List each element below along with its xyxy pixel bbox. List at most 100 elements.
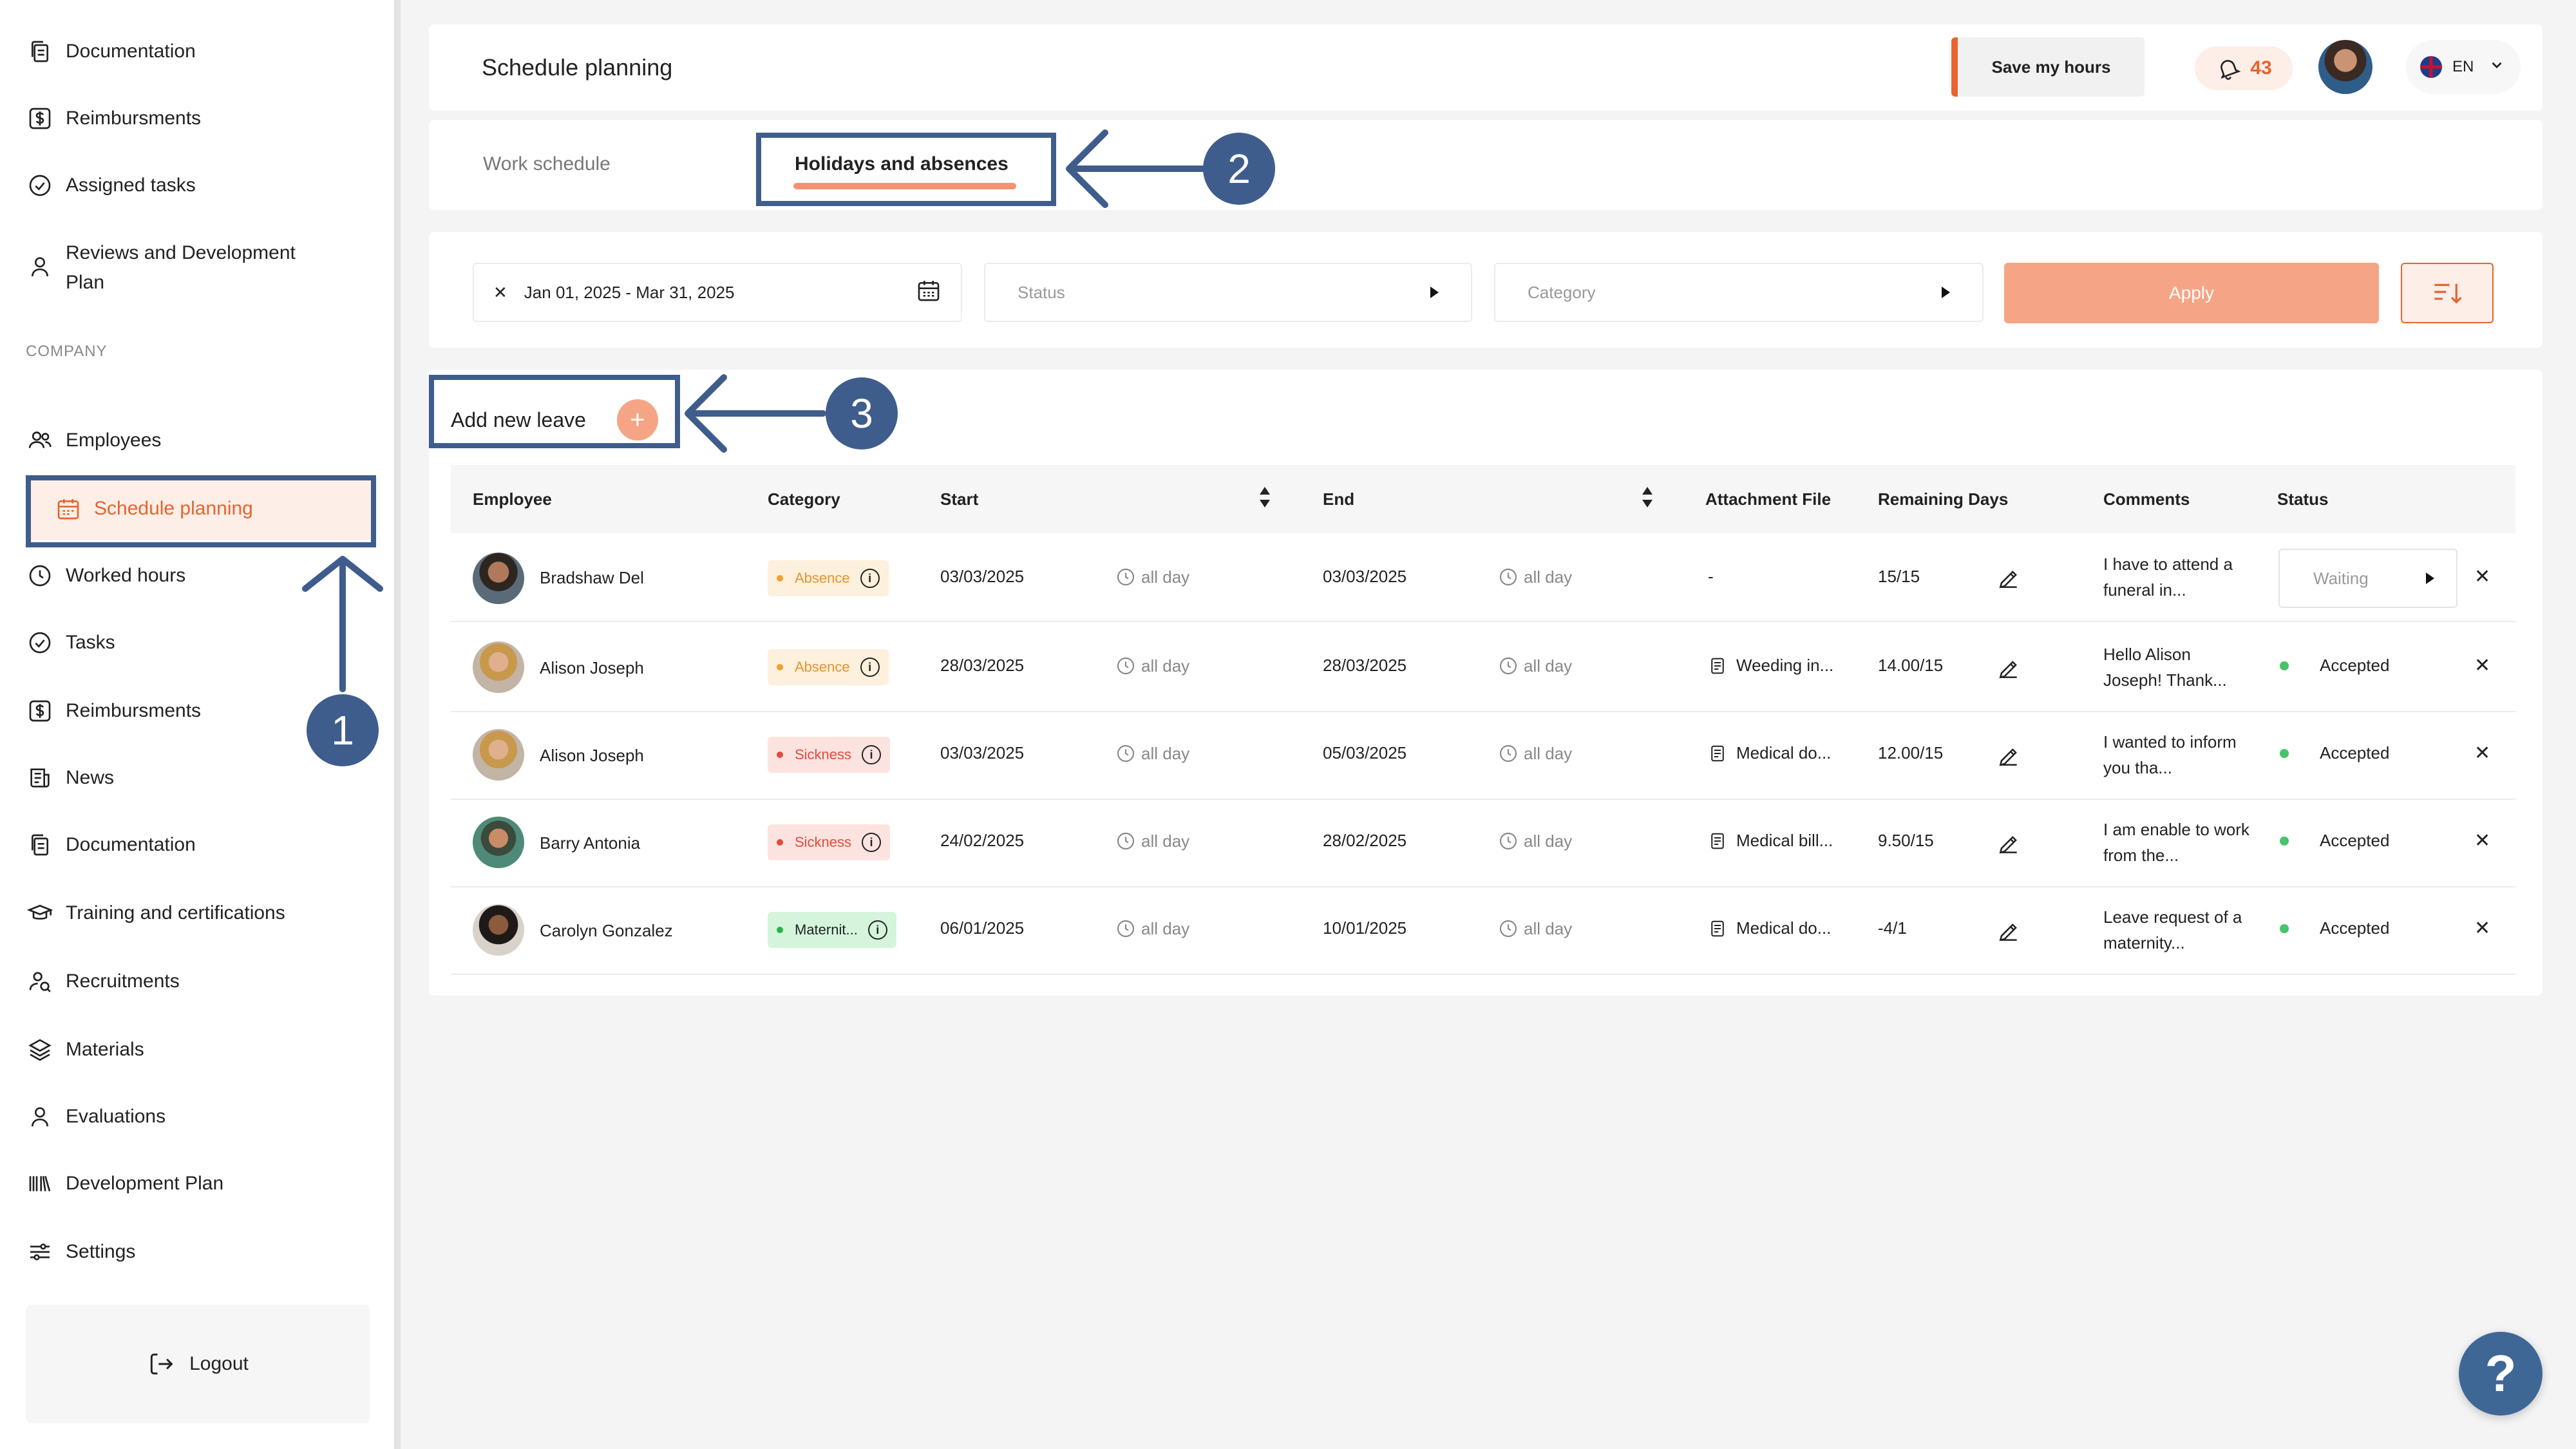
attachment-link[interactable]: Medical do... (1708, 918, 1831, 938)
sidebar-item-training[interactable]: Training and certifications (26, 899, 285, 927)
edit-icon[interactable] (1996, 744, 2021, 769)
save-hours-button[interactable]: Save my hours (1951, 37, 2145, 97)
language-label: EN (2452, 58, 2474, 75)
column-category: Category (768, 489, 840, 509)
sidebar-item-label: Development Plan (66, 1173, 224, 1194)
attachment-link[interactable]: Weeding in... (1708, 656, 1833, 676)
annotation-box-1 (26, 475, 376, 547)
sidebar-item-reviews[interactable]: Reviews and Development Plan (26, 238, 348, 298)
start-time: all day (1115, 918, 1189, 939)
sidebar-item-development-plan[interactable]: Development Plan (26, 1170, 223, 1198)
clear-date-icon[interactable]: ✕ (493, 283, 507, 303)
category-select[interactable]: Category (1494, 263, 1984, 322)
sidebar-item-news[interactable]: News (26, 764, 114, 792)
top-header: Schedule planning Save my hours 43 EN (429, 24, 2543, 111)
sidebar-item-materials[interactable]: Materials (26, 1036, 144, 1064)
sort-end-icon[interactable] (1641, 484, 1654, 510)
logout-label: Logout (189, 1353, 249, 1374)
sidebar-item-worked-hours[interactable]: Worked hours (26, 562, 185, 590)
avatar (473, 553, 524, 604)
edit-icon[interactable] (1996, 567, 2021, 591)
edit-icon[interactable] (1996, 832, 2021, 857)
end-time: all day (1498, 918, 1572, 939)
sidebar-item-settings[interactable]: Settings (26, 1238, 135, 1266)
notifications-button[interactable]: 43 (2195, 46, 2293, 90)
end-time: all day (1498, 567, 1572, 587)
sidebar-item-documentation-company[interactable]: Documentation (26, 831, 196, 859)
table-row[interactable]: Alison Joseph Sickness i 03/03/2025 all d… (451, 712, 2515, 800)
delete-icon[interactable]: ✕ (2474, 654, 2490, 677)
remaining-days: -4/1 (1878, 918, 1907, 938)
comment-text: I am enable to work from the... (2103, 820, 2249, 865)
help-button[interactable]: ? (2459, 1332, 2543, 1416)
delete-icon[interactable]: ✕ (2474, 917, 2490, 940)
table-row[interactable]: Barry Antonia Sickness i 24/02/2025 all d… (451, 800, 2515, 887)
status-accepted: Accepted (2280, 743, 2389, 763)
info-icon[interactable]: i (860, 658, 880, 677)
avatar (473, 641, 524, 693)
annotation-box-2 (756, 133, 1056, 206)
tab-work-schedule[interactable]: Work schedule (483, 153, 611, 175)
info-icon[interactable]: i (860, 569, 880, 588)
info-icon[interactable]: i (867, 920, 887, 940)
sidebar-item-assigned-tasks[interactable]: Assigned tasks (26, 171, 196, 200)
sort-button[interactable] (2401, 263, 2494, 323)
sidebar-item-label: Documentation (66, 834, 196, 855)
start-date: 28/03/2025 (940, 656, 1025, 675)
sort-icon (2434, 283, 2462, 304)
sidebar-item-reimbursments[interactable]: Reimbursments (26, 104, 201, 133)
clock-icon (1117, 832, 1135, 850)
sidebar-item-label: Reviews and Development Plan (66, 242, 296, 293)
attachment-link[interactable]: Medical bill... (1708, 831, 1833, 851)
attachment-link[interactable]: Medical do... (1708, 743, 1831, 763)
delete-icon[interactable]: ✕ (2474, 742, 2490, 764)
end-date: 28/02/2025 (1323, 831, 1407, 850)
delete-icon[interactable]: ✕ (2474, 829, 2490, 852)
table-row[interactable]: Bradshaw Del Absence i 03/03/2025 all day… (451, 535, 2515, 622)
sort-start-icon[interactable] (1258, 484, 1271, 510)
sidebar-item-recruitments[interactable]: Recruitments (26, 967, 180, 996)
status-accepted: Accepted (2280, 918, 2389, 938)
category-badge: Sickness i (768, 824, 891, 860)
table-row[interactable]: Alison Joseph Absence i 28/03/2025 all da… (451, 625, 2515, 712)
edit-icon[interactable] (1996, 920, 2021, 944)
category-label: Sickness (795, 746, 852, 762)
date-range-field[interactable]: ✕ Jan 01, 2025 - Mar 31, 2025 (473, 263, 962, 322)
calendar-icon[interactable] (916, 278, 942, 308)
logout-button[interactable]: Logout (26, 1305, 370, 1423)
language-selector[interactable]: EN (2406, 40, 2521, 94)
documents-icon (26, 831, 54, 859)
employee-name: Bradshaw Del (540, 568, 644, 587)
info-icon[interactable]: i (862, 833, 882, 852)
sidebar-scrollbar[interactable] (394, 0, 401, 1449)
apply-button[interactable]: Apply (2004, 263, 2379, 323)
sidebar-item-label: Documentation (66, 41, 196, 62)
user-avatar[interactable] (2318, 40, 2372, 94)
table-row[interactable]: Carolyn Gonzalez Maternit... i 06/01/2025… (451, 887, 2515, 975)
comment-text: Hello Alison Joseph! Thank... (2103, 645, 2227, 690)
file-icon (1711, 833, 1724, 849)
edit-icon[interactable] (1996, 657, 2021, 681)
sidebar-item-reimbursments-company[interactable]: Reimbursments (26, 697, 201, 725)
delete-icon[interactable]: ✕ (2474, 565, 2490, 588)
sidebar-item-evaluations[interactable]: Evaluations (26, 1103, 166, 1131)
column-remaining-days: Remaining Days (1878, 489, 2009, 509)
user-search-icon (26, 967, 54, 996)
file-icon (1711, 745, 1724, 761)
sliders-icon (26, 1238, 54, 1266)
clock-icon (1499, 744, 1517, 762)
sidebar-item-label: Materials (66, 1039, 144, 1060)
check-circle-icon (26, 629, 54, 657)
status-select[interactable]: Waiting (2278, 549, 2458, 608)
sidebar-item-documentation[interactable]: Documentation (26, 37, 196, 66)
sidebar-item-tasks[interactable]: Tasks (26, 629, 115, 657)
annotation-step-2: 2 (1203, 133, 1275, 205)
info-icon[interactable]: i (862, 745, 882, 764)
sidebar-item-label: Recruitments (66, 971, 180, 992)
end-time: all day (1498, 743, 1572, 764)
sidebar-item-employees[interactable]: Employees (26, 426, 161, 455)
barcode-icon (26, 1170, 54, 1198)
category-badge: Maternit... i (768, 912, 896, 948)
sidebar-item-label: Reimbursments (66, 700, 202, 721)
status-select[interactable]: Status (984, 263, 1472, 322)
